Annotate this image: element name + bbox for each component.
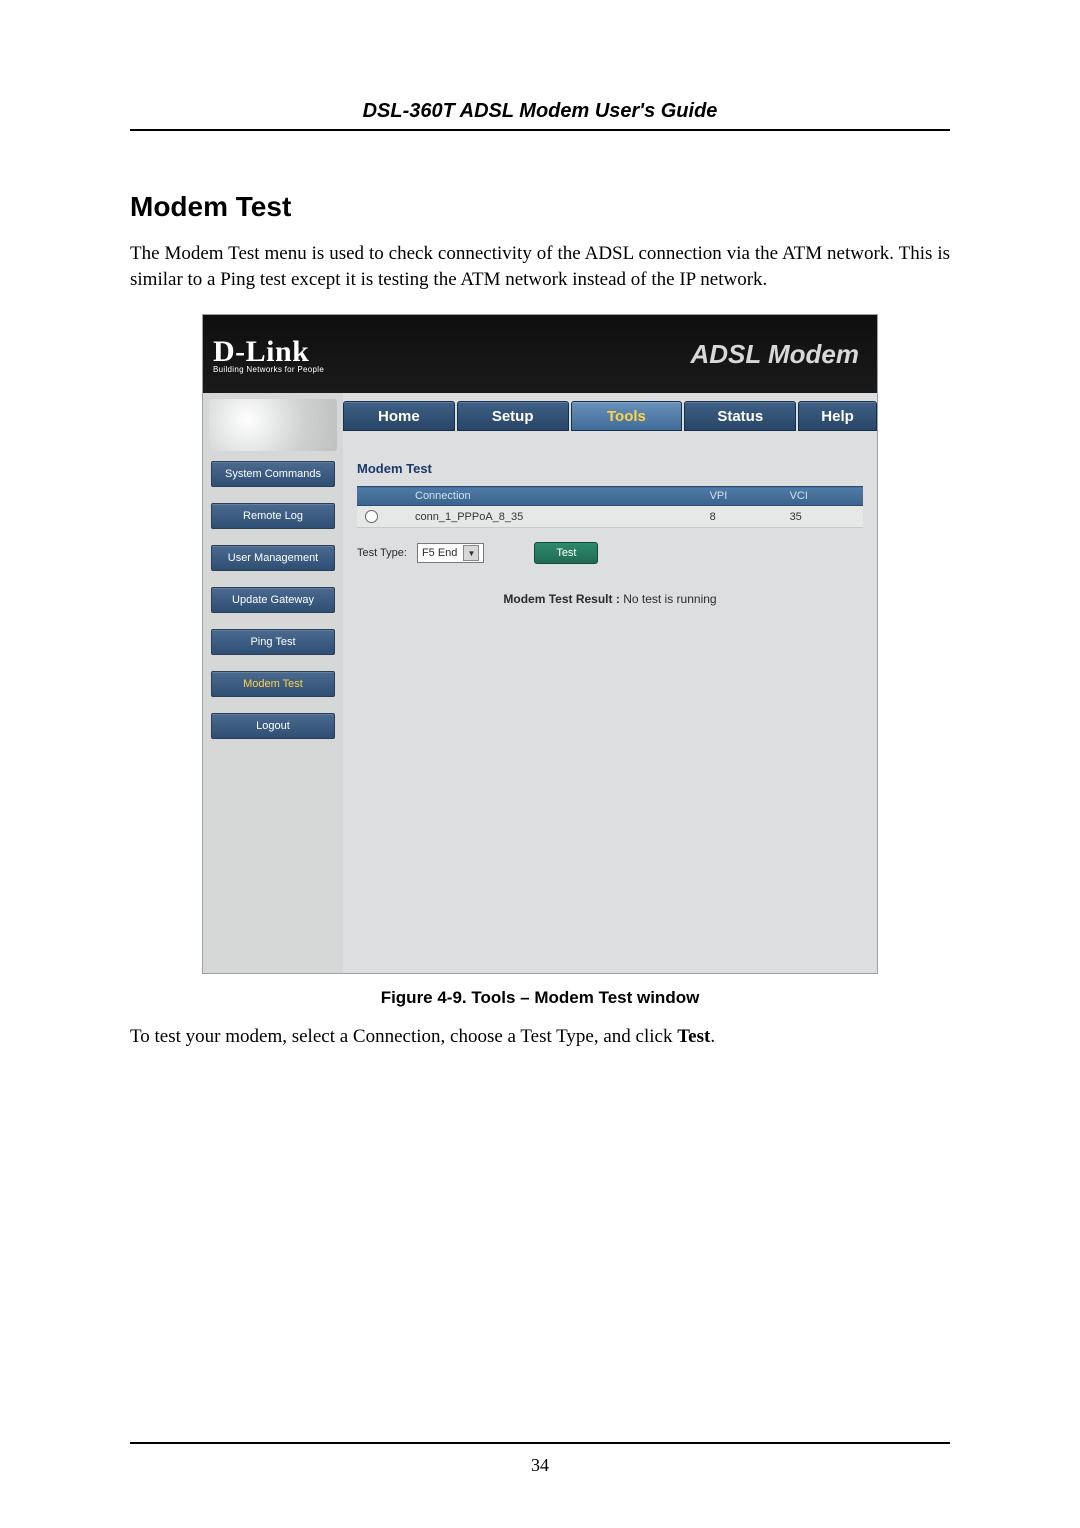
table-row: conn_1_PPPoA_8_35 8 35 (357, 506, 863, 528)
tab-label: Help (821, 408, 854, 425)
page-number: 34 (0, 1455, 1080, 1476)
product-name: ADSL Modem (690, 339, 859, 370)
result-line: Modem Test Result : No test is running (357, 592, 863, 606)
router-banner: D-Link Building Networks for People ADSL… (203, 315, 877, 393)
tab-setup[interactable]: Setup (457, 401, 569, 431)
cell-vpi: 8 (702, 506, 782, 528)
sidebar-item-modem-test[interactable]: Modem Test (211, 671, 335, 697)
footer-rule (130, 1442, 950, 1444)
col-connection: Connection (407, 487, 702, 506)
chevron-down-icon: ▼ (463, 545, 479, 561)
sidebar-label: System Commands (225, 468, 321, 480)
intro-paragraph: The Modem Test menu is used to check con… (130, 241, 950, 292)
sidebar-label: Remote Log (243, 510, 303, 522)
sidebar-label: Ping Test (250, 636, 295, 648)
cell-vci: 35 (782, 506, 863, 528)
col-radio (357, 487, 407, 506)
connection-table: Connection VPI VCI conn_1_PPPoA_8_35 8 3… (357, 486, 863, 528)
doc-header-title: DSL-360T ADSL Modem User's Guide (130, 100, 950, 123)
test-button-label: Test (556, 547, 576, 559)
cell-connection: conn_1_PPPoA_8_35 (407, 506, 702, 528)
figure-caption: Figure 4-9. Tools – Modem Test window (130, 988, 950, 1008)
sidebar-graphic (209, 399, 337, 451)
sidebar-label: Logout (256, 720, 290, 732)
sidebar: System Commands Remote Log User Manageme… (203, 393, 343, 973)
outro-suffix: . (710, 1026, 715, 1047)
tab-tools[interactable]: Tools (571, 401, 683, 431)
sidebar-item-remote-log[interactable]: Remote Log (211, 503, 335, 529)
connection-radio[interactable] (365, 510, 378, 523)
sidebar-item-ping-test[interactable]: Ping Test (211, 629, 335, 655)
tab-label: Home (378, 408, 420, 425)
col-vpi: VPI (702, 487, 782, 506)
sidebar-item-update-gateway[interactable]: Update Gateway (211, 587, 335, 613)
outro-prefix: To test your modem, select a Connection,… (130, 1026, 677, 1047)
test-type-value: F5 End (422, 547, 457, 559)
col-vci: VCI (782, 487, 863, 506)
tab-label: Tools (607, 408, 646, 425)
sidebar-item-system-commands[interactable]: System Commands (211, 461, 335, 487)
test-type-label: Test Type: (357, 547, 407, 559)
section-heading: Modem Test (130, 191, 950, 223)
result-value: No test is running (623, 592, 716, 606)
test-button[interactable]: Test (534, 542, 598, 564)
result-label: Modem Test Result : (503, 592, 619, 606)
sidebar-item-logout[interactable]: Logout (211, 713, 335, 739)
router-admin-window: D-Link Building Networks for People ADSL… (202, 314, 878, 974)
brand-name: D-Link (213, 335, 324, 369)
test-type-select[interactable]: F5 End ▼ (417, 543, 484, 563)
header-rule (130, 129, 950, 131)
brand-tagline: Building Networks for People (213, 365, 324, 374)
tab-label: Setup (492, 408, 534, 425)
sidebar-item-user-management[interactable]: User Management (211, 545, 335, 571)
tab-status[interactable]: Status (684, 401, 796, 431)
sidebar-label: Update Gateway (232, 594, 314, 606)
outro-paragraph: To test your modem, select a Connection,… (130, 1026, 950, 1048)
sidebar-label: User Management (228, 552, 319, 564)
tab-label: Status (717, 408, 763, 425)
tab-home[interactable]: Home (343, 401, 455, 431)
sidebar-label: Modem Test (243, 678, 303, 690)
panel-title: Modem Test (357, 461, 863, 476)
tab-row: Home Setup Tools Status Help (343, 401, 877, 431)
dlink-logo: D-Link Building Networks for People (213, 335, 324, 374)
outro-bold: Test (677, 1026, 710, 1047)
tab-help[interactable]: Help (798, 401, 877, 431)
